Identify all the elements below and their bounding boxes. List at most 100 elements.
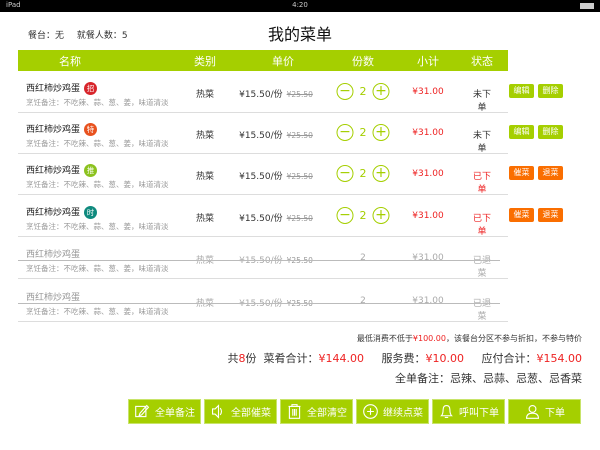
quantity: 2 xyxy=(359,209,367,222)
table-row: 西红柿炒鸡蛋推 烹饪备注：不吃辣、蒜、葱、姜，味道清淡 热菜 ¥15.50/份 ¥… xyxy=(18,153,563,195)
unit-price: ¥15.50/份 xyxy=(239,131,283,141)
delete-button[interactable]: 删除 xyxy=(538,125,563,139)
call-order-button[interactable]: 呼叫下单 xyxy=(432,399,505,424)
quantity: 2 xyxy=(360,253,366,263)
cooking-note: 烹饪备注：不吃辣、蒜、葱、姜，味道清淡 xyxy=(26,264,169,273)
cooking-note: 烹饪备注：不吃辣、蒜、葱、姜，味道清淡 xyxy=(26,98,169,107)
min-spend-note: 最低消费不低于¥100.00，该餐台分区不参与折扣，不参与特价 xyxy=(356,334,582,343)
button-label: 全部清空 xyxy=(307,408,347,419)
dish-name: 西红柿炒鸡蛋 xyxy=(26,250,81,260)
unit-price: ¥15.50/份 xyxy=(239,214,283,224)
dish-badge: 招 xyxy=(84,82,98,95)
bell-icon xyxy=(440,404,453,419)
dish-name: 西红柿炒鸡蛋 xyxy=(26,166,81,176)
table-row: 西红柿炒鸡蛋 烹饪备注：不吃辣、蒜、葱、姜，味道清淡 热菜 ¥15.50/份¥2… xyxy=(18,237,508,279)
cooking-note: 烹饪备注：不吃辣、蒜、葱、姜，味道清淡 xyxy=(26,307,169,316)
return-button[interactable]: 退菜 xyxy=(538,166,563,180)
service-fee: ¥10.00 xyxy=(425,352,465,365)
category: 热菜 xyxy=(195,214,215,224)
rush-all-button[interactable]: 全部催菜 xyxy=(204,399,277,424)
original-price: ¥25.50 xyxy=(286,172,313,181)
order-state: 已退菜 xyxy=(472,256,491,279)
payable-total: ¥154.00 xyxy=(536,352,583,365)
button-label: 呼叫下单 xyxy=(459,408,499,419)
edit-button[interactable]: 编辑 xyxy=(509,84,534,98)
clock: 4:20 xyxy=(292,1,308,9)
quantity-stepper: −2 + xyxy=(336,124,390,141)
subtotal: ¥31.00 xyxy=(412,87,444,97)
clear-all-button[interactable]: 全部清空 xyxy=(280,399,353,424)
quantity-stepper: −2 + xyxy=(336,83,390,100)
page-title: 我的菜单 xyxy=(267,25,332,44)
continue-order-button[interactable]: 继续点菜 xyxy=(356,399,429,424)
category: 热菜 xyxy=(195,90,215,100)
plus-button[interactable]: + xyxy=(372,207,390,224)
order-remark: 全单备注：忌辣、忌蒜、忌葱、忌香菜 xyxy=(395,372,582,385)
subtotal: ¥31.00 xyxy=(412,253,444,263)
original-price: ¥25.50 xyxy=(286,214,313,223)
user-icon xyxy=(525,404,540,419)
plus-button[interactable]: + xyxy=(372,165,390,182)
status-bar: iPad 4:20 xyxy=(0,0,600,12)
rush-button[interactable]: 催菜 xyxy=(509,166,534,180)
cooking-note: 烹饪备注：不吃辣、蒜、葱、姜，味道清淡 xyxy=(26,139,169,148)
edit-button[interactable]: 编辑 xyxy=(509,125,534,139)
dishes-total: ¥144.00 xyxy=(318,352,365,365)
order-state: 已下单 xyxy=(472,172,491,195)
plus-circle-icon xyxy=(363,404,378,419)
cooking-note: 烹饪备注：不吃辣、蒜、葱、姜，味道清淡 xyxy=(26,180,169,189)
quantity: 2 xyxy=(360,296,366,306)
order-state: 已下单 xyxy=(472,214,491,237)
dish-name: 西红柿炒鸡蛋 xyxy=(26,125,81,135)
button-label: 下单 xyxy=(545,408,565,419)
dish-name: 西红柿炒鸡蛋 xyxy=(26,208,81,218)
button-label: 全部催菜 xyxy=(231,408,271,419)
category: 热菜 xyxy=(195,131,215,141)
remark-all-button[interactable]: 全单备注 xyxy=(128,399,201,424)
battery-icon xyxy=(580,3,594,9)
subtotal: ¥31.00 xyxy=(412,169,444,179)
quantity: 2 xyxy=(359,167,367,180)
col-price: 单价 xyxy=(272,55,294,68)
plus-button[interactable]: + xyxy=(372,124,390,141)
table-row: 西红柿炒鸡蛋 烹饪备注：不吃辣、蒜、葱、姜，味道清淡 热菜 ¥15.50/份¥2… xyxy=(18,280,508,322)
quantity-stepper: −2 + xyxy=(336,165,390,182)
dish-name: 西红柿炒鸡蛋 xyxy=(26,84,81,94)
unit-price: ¥15.50/份 xyxy=(239,172,283,182)
table-row: 西红柿炒鸡蛋特 烹饪备注：不吃辣、蒜、葱、姜，味道清淡 热菜 ¥15.50/份 ¥… xyxy=(18,112,563,154)
return-button[interactable]: 退菜 xyxy=(538,208,563,222)
minus-button[interactable]: − xyxy=(336,124,354,141)
col-qty: 份数 xyxy=(352,55,374,68)
unit-price: ¥15.50/份 xyxy=(239,256,283,266)
strikethrough-line xyxy=(18,260,500,261)
minus-button[interactable]: − xyxy=(336,83,354,100)
button-label: 继续点菜 xyxy=(383,408,423,419)
quantity: 2 xyxy=(359,126,367,139)
trash-icon xyxy=(288,404,301,419)
dish-badge: 推 xyxy=(84,164,98,177)
order-state: 已退菜 xyxy=(472,299,491,322)
subtotal: ¥31.00 xyxy=(412,211,444,221)
unit-price: ¥15.50/份 xyxy=(239,299,283,309)
minus-button[interactable]: − xyxy=(336,207,354,224)
minus-button[interactable]: − xyxy=(336,165,354,182)
col-state: 状态 xyxy=(471,55,493,68)
col-name: 名称 xyxy=(59,55,81,68)
place-order-button[interactable]: 下单 xyxy=(508,399,581,424)
order-state: 未下单 xyxy=(472,90,491,113)
col-subtotal: 小计 xyxy=(417,55,439,68)
col-category: 类别 xyxy=(194,55,216,68)
plus-button[interactable]: + xyxy=(372,83,390,100)
subtotal: ¥31.00 xyxy=(412,296,444,306)
unit-price: ¥15.50/份 xyxy=(239,90,283,100)
quantity-stepper: 2 xyxy=(360,253,366,263)
totals-line: 共8份 菜肴合计：¥144.00 服务费：¥10.00 应付合计：¥154.00 xyxy=(227,352,583,365)
dish-badge: 特 xyxy=(84,123,98,136)
original-price: ¥25.50 xyxy=(286,131,313,140)
strikethrough-line xyxy=(18,303,500,304)
delete-button[interactable]: 删除 xyxy=(538,84,563,98)
cooking-note: 烹饪备注：不吃辣、蒜、葱、姜，味道清淡 xyxy=(26,222,169,231)
rush-button[interactable]: 催菜 xyxy=(509,208,534,222)
speaker-icon xyxy=(211,404,223,419)
table-row: 西红柿炒鸡蛋招 烹饪备注：不吃辣、蒜、葱、姜，味道清淡 热菜 ¥15.50/份 ¥… xyxy=(18,71,563,113)
